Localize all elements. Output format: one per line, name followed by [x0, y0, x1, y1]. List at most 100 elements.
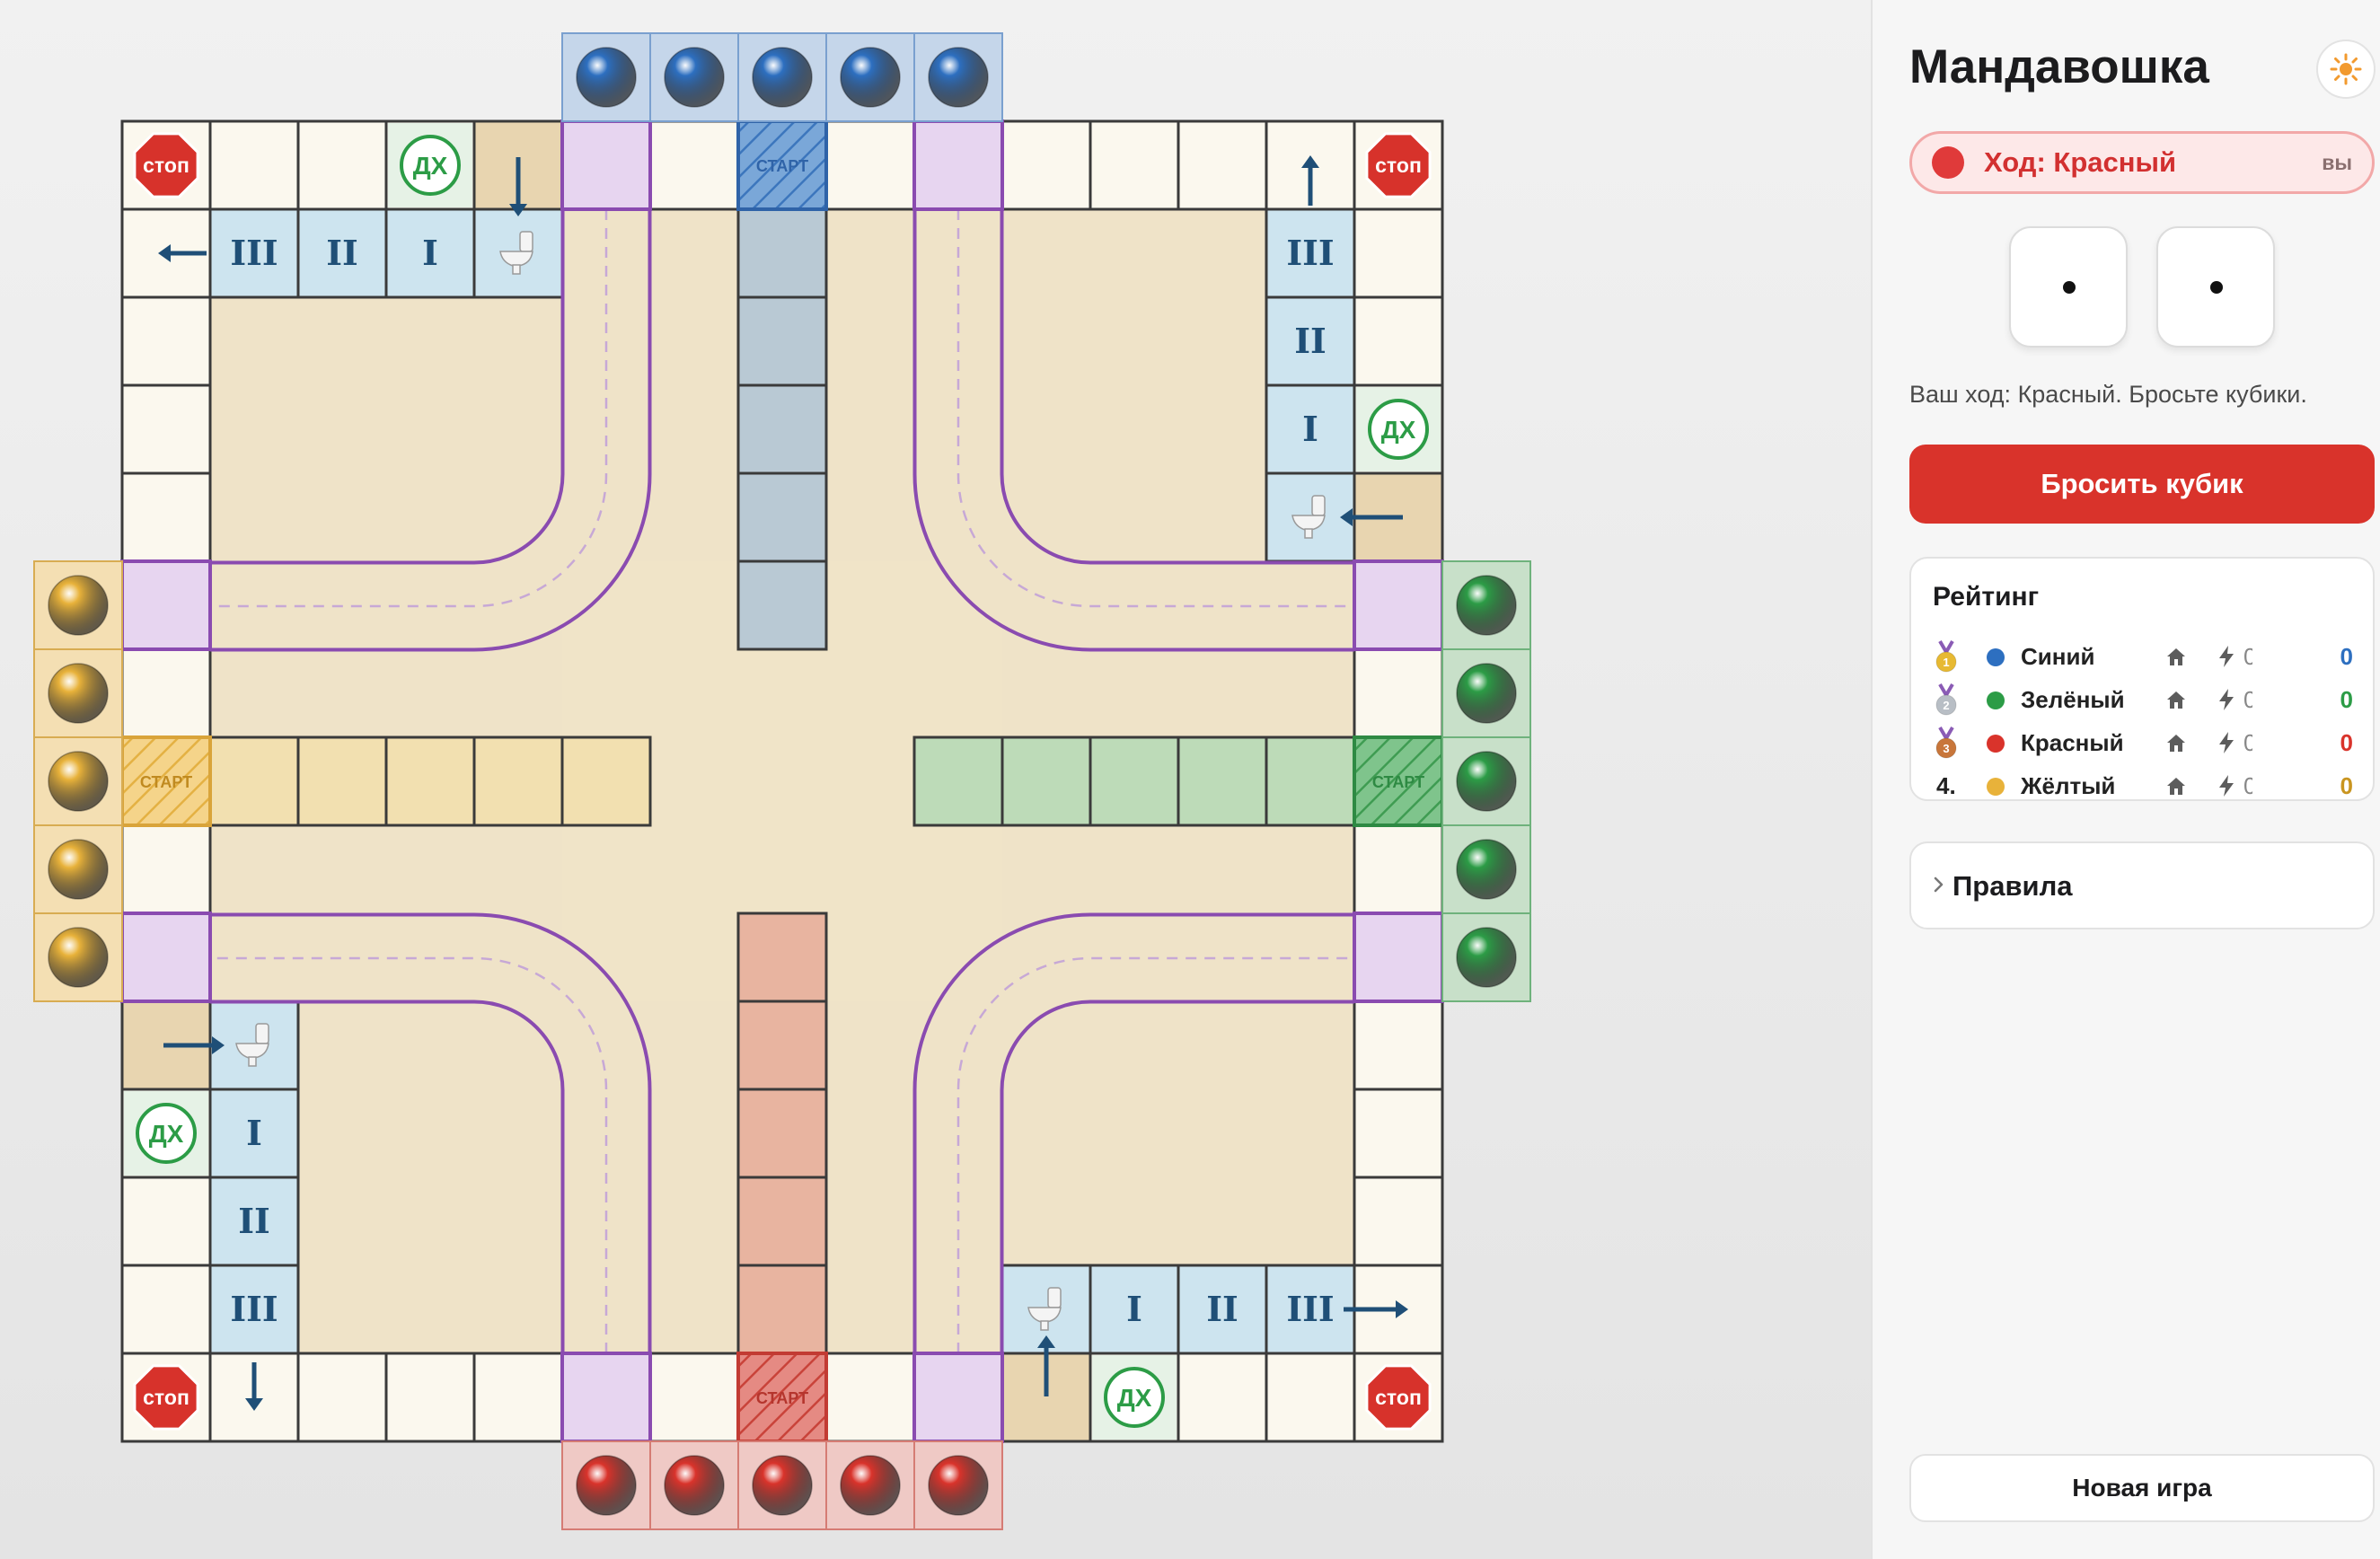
die-1: [2009, 226, 2128, 348]
ring-cell: [648, 119, 740, 211]
ring-cell: [1353, 647, 1444, 739]
home-track-blue: [736, 295, 828, 387]
lane-numeral: III: [1286, 1289, 1334, 1329]
rules-accordion[interactable]: Правила: [1909, 841, 2375, 929]
lane-numeral: I: [422, 233, 438, 273]
stop-label: стоп: [143, 154, 190, 177]
junction-cell: [912, 1352, 1004, 1443]
start-label: СТАРТ: [140, 773, 192, 791]
medal-icon: 2: [1935, 683, 1957, 716]
ring-cell: [1000, 119, 1092, 211]
player-color-dot: [1987, 691, 2005, 709]
start-label: СТАРТ: [756, 157, 808, 175]
junction-cell: [912, 119, 1004, 211]
piece-icon: [664, 47, 725, 108]
lane-numeral: I: [1126, 1289, 1142, 1329]
start-label: СТАРТ: [756, 1389, 808, 1407]
ring-cell: [1177, 119, 1268, 211]
junction-cell: [560, 119, 652, 211]
home-track-green: [1177, 735, 1268, 827]
piece-icon: [1456, 751, 1517, 812]
home-track-blue: [736, 383, 828, 475]
lane-numeral: I: [246, 1113, 262, 1153]
rating-row: 2 Зелёный 0 0: [1911, 681, 2373, 720]
player-color-dot: [1987, 648, 2005, 666]
rank-number: 4.: [1936, 772, 1956, 799]
junction-cell: [120, 912, 212, 1003]
turn-color-dot: [1932, 146, 1964, 179]
turn-hint: Ваш ход: Красный. Бросьте кубики.: [1909, 381, 2307, 408]
home-track-red: [736, 1088, 828, 1179]
piece-icon: [1456, 927, 1517, 988]
rating-title: Рейтинг: [1933, 582, 2040, 612]
start-label: СТАРТ: [1372, 773, 1424, 791]
medal-rank: 1: [1943, 656, 1949, 669]
lane-numeral: III: [230, 1289, 278, 1329]
player-score: 0: [2340, 729, 2353, 756]
ring-cell: [648, 1352, 740, 1443]
stop-label: стоп: [1375, 1386, 1422, 1409]
home-track-red: [736, 912, 828, 1003]
dh-label: ДХ: [413, 152, 448, 180]
player-name: Жёлтый: [2021, 772, 2116, 799]
ring-cell: [120, 1176, 212, 1267]
rating-row: 1 Синий 0 0: [1911, 638, 2373, 677]
roll-dice-button[interactable]: Бросить кубик: [1909, 445, 2375, 524]
player-score: 0: [2340, 686, 2353, 713]
ring-cell: [120, 471, 212, 563]
piece-icon: [928, 47, 989, 108]
player-score: 0: [2340, 772, 2353, 799]
home-track-yellow: [560, 735, 652, 827]
piece-icon: [576, 47, 637, 108]
bolt-icon: [2219, 775, 2234, 797]
ring-cell: [384, 1352, 476, 1443]
player-color-dot: [1987, 735, 2005, 753]
ring-cell: [296, 119, 388, 211]
ring-cell: [1353, 1088, 1444, 1179]
ring-cell: [120, 295, 212, 387]
lane-numeral: II: [326, 233, 358, 273]
piece-icon: [752, 47, 813, 108]
ring-cell: [824, 1352, 916, 1443]
piece-icon: [576, 1455, 637, 1516]
ring-cell: [120, 383, 212, 475]
piece-icon: [1456, 663, 1517, 724]
ring-cell: [1353, 1000, 1444, 1091]
home-track-yellow: [296, 735, 388, 827]
home-track-green: [912, 735, 1004, 827]
medal-icon: 1: [1935, 639, 1957, 673]
player-name: Зелёный: [2021, 686, 2125, 713]
piece-icon: [1456, 839, 1517, 900]
new-game-button[interactable]: Новая игра: [1909, 1454, 2375, 1522]
junction-cell: [1353, 912, 1444, 1003]
home-icon: [2167, 691, 2185, 709]
stop-label: стоп: [143, 1386, 190, 1409]
home-track-red: [736, 1176, 828, 1267]
sun-icon: [2330, 53, 2362, 85]
ring-cell: [1353, 824, 1444, 915]
home-track-red: [736, 1264, 828, 1355]
home-icon: [2167, 778, 2185, 795]
lane-numeral: I: [1302, 409, 1318, 449]
ring-cell: [1353, 207, 1444, 299]
turn-indicator: Ход: Красный вы: [1909, 131, 2375, 194]
player-extra-stat: 0: [2243, 772, 2252, 799]
piece-icon: [840, 47, 901, 108]
rating-row: 4. Жёлтый 0 0: [1911, 767, 2373, 806]
piece-icon: [840, 1455, 901, 1516]
dh-label: ДХ: [1381, 416, 1416, 444]
lane-numeral: III: [230, 233, 278, 273]
home-track-green: [1000, 735, 1092, 827]
medal-rank: 3: [1943, 742, 1949, 755]
home-track-blue: [736, 559, 828, 651]
stop-label: стоп: [1375, 154, 1422, 177]
piece-icon: [928, 1455, 989, 1516]
theme-toggle-button[interactable]: [2316, 40, 2376, 99]
turn-label: Ход: Красный: [1984, 146, 2177, 178]
home-track-green: [1089, 735, 1180, 827]
rating-row: 3 Красный 0 0: [1911, 724, 2373, 763]
chevron-right-icon: [1934, 876, 1944, 893]
piece-icon: [48, 663, 109, 724]
piece-icon: [48, 927, 109, 988]
game-board[interactable]: СТАРТ СТАРТ СТАРТ СТАРТ стоп стоп стоп стоп ДХ ДХ…: [0, 0, 1871, 1559]
